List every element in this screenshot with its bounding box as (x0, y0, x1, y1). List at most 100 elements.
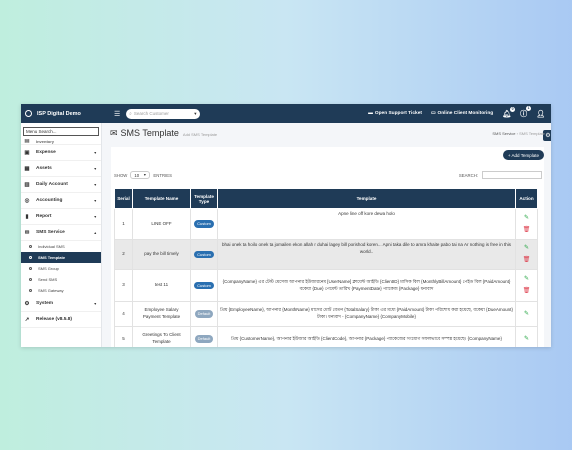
cell-type: Custom (190, 208, 218, 240)
col-serial[interactable]: Serial (114, 188, 133, 209)
sidebar-sub-sms-group[interactable]: SMS Group (21, 263, 101, 274)
page-title-text: SMS Template (120, 128, 179, 138)
sidebar-item-label: Daily Account (36, 182, 68, 187)
brand[interactable]: ISP Digital Demo (21, 110, 110, 117)
entries-select[interactable]: 10 ▼ (130, 171, 151, 179)
info-button[interactable]: ⓘ 1 (520, 105, 532, 119)
edit-icon[interactable]: ✎ (524, 244, 529, 253)
cell-action: ✎ 🗑︎ (515, 208, 538, 240)
entries-control: SHOW 10 ▼ ENTRIES (114, 171, 172, 179)
hamburger-icon[interactable]: ☰ (114, 110, 120, 118)
type-badge: Custom (194, 281, 214, 290)
sidebar-sub-label: Individual SMS (38, 244, 65, 249)
menu-search-input[interactable]: Menu Search... (23, 127, 99, 136)
sidebar-item-release[interactable]: ↗ Release (v8.5.8) (21, 312, 101, 328)
cell-serial: 1 (114, 208, 133, 240)
support-label: Open Support Ticket (374, 111, 422, 116)
col-action: Action (515, 188, 538, 209)
breadcrumb-parent[interactable]: SMS Service (492, 131, 515, 136)
customer-search-placeholder: Search Customer (133, 111, 169, 116)
sms-icon: ✉ (110, 127, 118, 138)
col-template-type[interactable]: Template Type (190, 188, 218, 209)
sidebar-item-assets[interactable]: ▦ Assets ▼ (21, 161, 101, 177)
cell-action: ✎ 🗑︎ (515, 269, 538, 302)
sidebar-sub-individual-sms[interactable]: Individual SMS (21, 241, 101, 252)
brand-name: ISP Digital Demo (37, 110, 81, 117)
arrow-icon: ↗ (24, 316, 30, 323)
add-template-link[interactable]: Add SMS Template (183, 132, 217, 137)
document-icon: ▮ (25, 213, 29, 220)
edit-icon[interactable]: ✎ (524, 214, 529, 223)
sidebar-item-label: Release (v8.5.8) (36, 317, 73, 322)
chevron-down-icon: ▼ (93, 150, 97, 155)
breadcrumb-current: SMS Template (519, 130, 545, 136)
edit-icon[interactable]: ✎ (524, 335, 529, 344)
entries-value: 10 (134, 172, 140, 178)
cell-action: ✎ 🗑︎ (515, 239, 538, 270)
sidebar-item-system[interactable]: ⚙ System ▼ (21, 296, 101, 312)
sidebar: Menu Search... ▤ Inventory ▣ Expense ▼ ▦… (21, 123, 102, 347)
sidebar-sub-label: SMS Gateway (38, 288, 64, 293)
add-template-button[interactable]: + Add Template (502, 150, 544, 160)
user-icon[interactable]: 👤︎ (536, 110, 545, 118)
ticket-icon: ▬ (368, 111, 373, 116)
sidebar-item-report[interactable]: ▮ Report ▼ (21, 209, 101, 225)
monitor-icon: ▭ (430, 111, 436, 116)
calendar-icon: ▥ (24, 181, 30, 188)
client-monitoring-link[interactable]: ▭ Online Client Monitoring (431, 111, 493, 116)
sidebar-sub-send-sms[interactable]: Send SMS (21, 274, 101, 285)
search-icon: ⌕ (129, 111, 132, 116)
chevron-down-icon: ▼ (93, 198, 97, 203)
sidebar-item-sms-service[interactable]: ✉ SMS Service ▲ (21, 225, 101, 241)
search-label: SEARCH: (458, 173, 478, 178)
trash-icon[interactable]: 🗑︎ (523, 256, 531, 265)
customer-search-select[interactable]: ⌕ Search Customer ▼ (126, 108, 201, 119)
cell-template: প্রিয় {CustomerName}, আপনার ইউজার আইডি … (217, 326, 516, 347)
table-search-input[interactable] (482, 171, 542, 179)
sidebar-item-expense[interactable]: ▣ Expense ▼ (21, 145, 101, 161)
edit-icon[interactable]: ✎ (524, 275, 529, 284)
sidebar-sub-label: SMS Group (38, 266, 59, 271)
trash-icon[interactable]: 🗑︎ (523, 287, 531, 296)
table-row: 1 LINE OFF Custom Apne line off kore dew… (114, 208, 538, 240)
sidebar-item-daily-account[interactable]: ▥ Daily Account ▼ (21, 177, 101, 193)
circle-icon (29, 256, 32, 259)
cell-action: ✎ (515, 326, 538, 347)
cell-serial: 2 (114, 239, 133, 270)
col-template-name[interactable]: Template Name (132, 188, 191, 209)
col-template[interactable]: Template (217, 188, 516, 209)
sidebar-item-label: Assets (36, 166, 52, 171)
sidebar-sub-sms-template[interactable]: SMS Template (21, 252, 101, 263)
sidebar-item-accounting[interactable]: ◎ Accounting ▼ (21, 193, 101, 209)
sidebar-item-label: Accounting (36, 198, 63, 203)
template-card: + Add Template SHOW 10 ▼ ENTRIES SEARCH:… (111, 147, 544, 347)
trash-icon[interactable]: 🗑︎ (523, 226, 531, 235)
chevron-down-icon: ▼ (93, 166, 97, 171)
support-ticket-link[interactable]: ▬ Open Support Ticket (368, 111, 422, 116)
top-bar: ISP Digital Demo ☰ ⌕ Search Customer ▼ ▬… (21, 104, 551, 123)
cell-serial: 5 (114, 326, 133, 347)
app-window: ISP Digital Demo ☰ ⌕ Search Customer ▼ ▬… (21, 104, 551, 347)
cell-serial: 3 (114, 269, 133, 302)
money-icon: ▣ (24, 149, 30, 156)
cell-template: {CompanyName} এর টেস্ট মেসেজ আপনার ইউজার… (217, 269, 516, 302)
cell-type: Custom (190, 269, 218, 302)
calculator-icon: ◎ (24, 197, 30, 204)
cell-template: bhai onek ta hoilo onek ta jomailen ekon… (217, 239, 516, 270)
table-row: 3 test 11 Custom {CompanyName} এর টেস্ট … (114, 269, 538, 302)
cell-name: LINE OFF (132, 208, 191, 240)
cell-name: test 11 (132, 269, 191, 302)
type-badge: Custom (194, 250, 214, 259)
template-table: Serial Template Name Template Type Templ… (114, 188, 538, 347)
edit-icon[interactable]: ✎ (524, 310, 529, 319)
sidebar-sub-label: Send SMS (38, 277, 58, 282)
chevron-down-icon: ▼ (93, 301, 97, 306)
circle-icon (29, 267, 32, 270)
cell-action: ✎ (515, 301, 538, 327)
chevron-down-icon: ▼ (143, 173, 147, 177)
sidebar-sub-label: SMS Template (38, 255, 66, 260)
sidebar-sub-sms-gateway[interactable]: SMS Gateway (21, 285, 101, 296)
notification-bell[interactable]: 🔔︎ 0 (502, 106, 516, 118)
circle-icon (29, 278, 32, 281)
cell-serial: 4 (114, 301, 133, 327)
